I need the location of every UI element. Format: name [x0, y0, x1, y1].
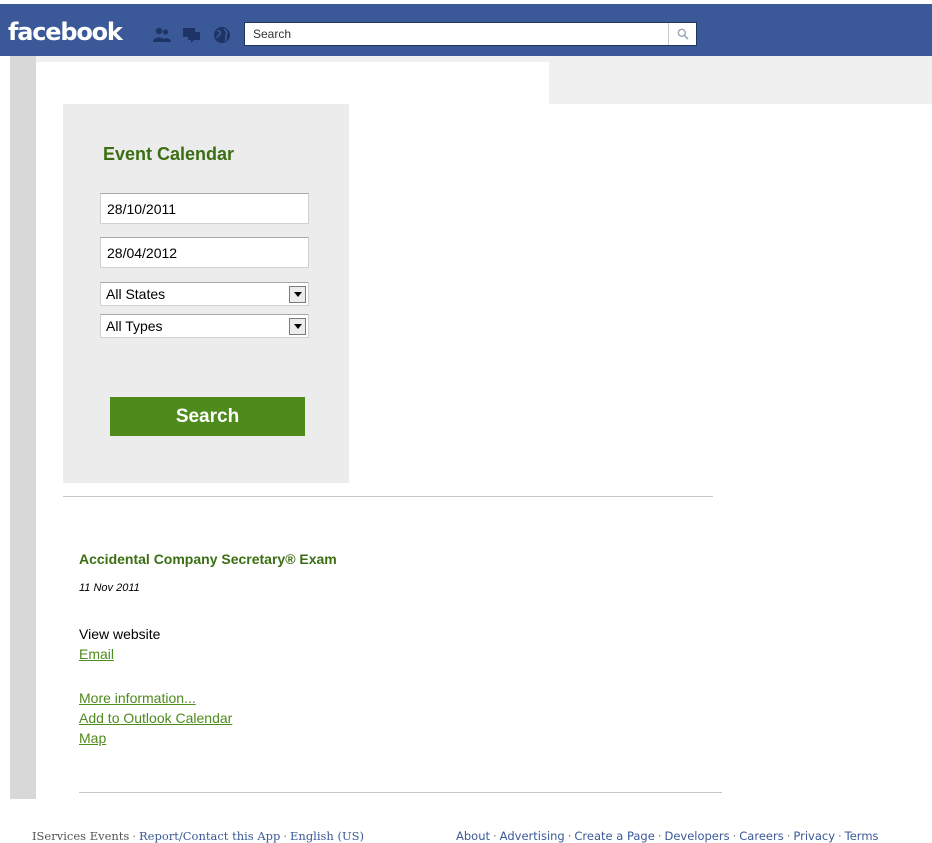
- calendar-search-button[interactable]: Search: [110, 397, 305, 436]
- left-rail: [10, 56, 36, 799]
- chevron-down-icon[interactable]: [289, 286, 306, 303]
- search-input[interactable]: [245, 23, 669, 45]
- footer-terms-link[interactable]: Terms: [845, 829, 879, 843]
- divider-top: [63, 496, 713, 497]
- more-information-link[interactable]: More information...: [79, 690, 196, 706]
- type-select[interactable]: All Types: [100, 314, 309, 338]
- type-select-value: All Types: [106, 318, 163, 334]
- event-date: 11 Nov 2011: [79, 582, 140, 594]
- chevron-down-icon[interactable]: [289, 318, 306, 335]
- footer-advertising-link[interactable]: Advertising: [500, 829, 565, 843]
- messages-icon[interactable]: [182, 26, 202, 44]
- top-bar: facebook: [0, 0, 932, 60]
- top-bar-blue: facebook: [0, 4, 932, 56]
- footer-language-link[interactable]: English (US): [290, 829, 364, 843]
- footer-developers-link[interactable]: Developers: [664, 829, 729, 843]
- footer-report-link[interactable]: Report/Contact this App: [139, 829, 280, 843]
- footer-privacy-link[interactable]: Privacy: [793, 829, 835, 843]
- friends-icon[interactable]: [152, 26, 172, 44]
- state-select[interactable]: All States: [100, 282, 309, 306]
- divider-bottom: [79, 792, 722, 793]
- canvas-top-right-block: [549, 60, 932, 104]
- calendar-title: Event Calendar: [103, 144, 235, 164]
- state-select-value: All States: [106, 286, 166, 302]
- jewel-icons: [152, 26, 232, 44]
- footer-create-page-link[interactable]: Create a Page: [574, 829, 654, 843]
- view-website-text: View website: [79, 626, 161, 642]
- start-date-input[interactable]: [100, 193, 309, 224]
- notifications-globe-icon[interactable]: [212, 26, 232, 44]
- facebook-logo[interactable]: facebook: [8, 17, 123, 47]
- search-box: [244, 22, 697, 46]
- map-link[interactable]: Map: [79, 730, 106, 746]
- footer-left: IServices Events · Report/Contact this App…: [32, 829, 365, 843]
- end-date-input[interactable]: [100, 237, 309, 268]
- footer-careers-link[interactable]: Careers: [739, 829, 783, 843]
- footer-right: About · Advertising · Create a Page · Develope…: [456, 829, 879, 843]
- email-link[interactable]: Email: [79, 646, 114, 662]
- add-to-outlook-link[interactable]: Add to Outlook Calendar: [79, 710, 232, 726]
- footer-app-name: IServices Events: [32, 829, 130, 843]
- search-button[interactable]: [668, 23, 696, 45]
- event-title: Accidental Company Secretary® Exam: [79, 551, 337, 567]
- magnifier-icon: [677, 28, 689, 40]
- footer-about-link[interactable]: About: [456, 829, 490, 843]
- event-calendar-panel: Event Calendar All States All Types Sear…: [63, 104, 349, 483]
